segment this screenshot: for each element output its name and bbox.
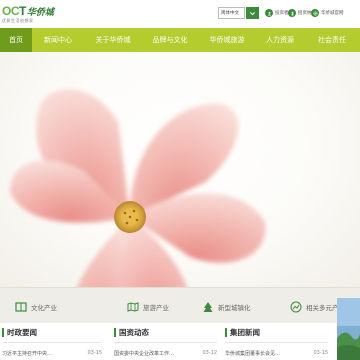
title-accent-bar: [225, 327, 227, 337]
person-icon: [288, 9, 296, 17]
landscape-image: [337, 298, 360, 360]
map-icon: [127, 302, 139, 312]
cosmos-flower-image: [10, 89, 266, 287]
book-icon: [15, 302, 27, 312]
news-thumbnail-image[interactable]: [337, 298, 360, 360]
user-icon: [265, 9, 273, 17]
news-column-sasac: 国资动态 国资委中央企业改革工作… 03-12: [114, 327, 217, 357]
title-accent-bar: [114, 327, 116, 337]
chart-icon: [290, 301, 302, 313]
divider: [114, 342, 217, 343]
hero-banner[interactable]: [0, 52, 360, 287]
logo-chinese: 华侨城: [26, 8, 54, 18]
quick-link-recruit[interactable]: 招贤纳: [288, 8, 312, 18]
quick-link-investor[interactable]: 投资者: [265, 8, 289, 18]
main-nav: 首页 新闻中心 关于华侨城 品牌与文化 华侨城旅游 人力资源 社会责任: [0, 28, 360, 52]
chevron-down-icon: [250, 11, 255, 15]
logo-brand: OCT: [2, 4, 26, 18]
logo-tagline: 优质生活创想家: [2, 18, 34, 23]
site-header: OCT 华侨城 优质生活创想家 简体中文 投资者 招贤纳 华侨城官网: [0, 0, 360, 28]
globe-icon: [311, 9, 319, 17]
quick-link-label: 华侨城官网: [321, 11, 344, 16]
nav-news-center[interactable]: 新闻中心: [32, 28, 84, 52]
nav-tourism[interactable]: 华侨城旅游: [198, 28, 256, 52]
news-column-politics: 时政要闻 习近平主持召开中央… 03-15: [2, 327, 102, 357]
site-logo[interactable]: OCT 华侨城: [2, 4, 54, 18]
news-item[interactable]: 华侨城集团董事长会见… 03-15: [225, 349, 328, 357]
nav-hr[interactable]: 人力资源: [256, 28, 304, 52]
quick-link-label: 投资者: [275, 11, 289, 16]
divider: [2, 342, 102, 343]
quick-link-label: 招贤纳: [298, 11, 312, 16]
nav-brand-culture[interactable]: 品牌与文化: [142, 28, 198, 52]
news-date: 03-15: [87, 350, 102, 356]
city-icon: [203, 302, 213, 312]
news-date: 03-15: [313, 350, 328, 356]
news-headline[interactable]: 习近平主持召开中央…: [2, 350, 74, 357]
band-item-tourism[interactable]: 旅游产业: [127, 300, 169, 314]
nav-csr[interactable]: 社会责任: [304, 28, 360, 52]
band-label: 新型城镇化: [218, 304, 251, 312]
news-column-title[interactable]: 集团新闻: [230, 327, 260, 338]
news-headline[interactable]: 国资委中央企业改革工作…: [114, 350, 186, 357]
band-item-urbanization[interactable]: 新型城镇化: [202, 300, 251, 314]
news-column-title[interactable]: 国资动态: [119, 327, 149, 338]
band-label: 文化产业: [31, 304, 57, 312]
band-label: 旅游产业: [143, 304, 169, 312]
industry-band: 文化产业 旅游产业 新型城镇化 相关多元产业: [0, 287, 360, 323]
language-go-button[interactable]: [246, 7, 259, 19]
news-item[interactable]: 国资委中央企业改革工作… 03-12: [114, 349, 217, 357]
news-section: 时政要闻 习近平主持召开中央… 03-15 国资动态 国资委中央企业改革工作… …: [0, 323, 360, 360]
news-headline[interactable]: 华侨城集团董事长会见…: [225, 350, 297, 357]
nav-home[interactable]: 首页: [0, 28, 32, 52]
band-item-culture[interactable]: 文化产业: [15, 300, 57, 314]
news-item[interactable]: 习近平主持召开中央… 03-15: [2, 349, 102, 357]
nav-about[interactable]: 关于华侨城: [84, 28, 142, 52]
title-accent-bar: [2, 327, 4, 337]
divider: [225, 342, 328, 343]
news-column-title[interactable]: 时政要闻: [7, 327, 37, 338]
language-select[interactable]: 简体中文: [218, 7, 245, 19]
news-column-group: 集团新闻 华侨城集团董事长会见… 03-15: [225, 327, 328, 357]
news-date: 03-12: [202, 350, 217, 356]
quick-link-official[interactable]: 华侨城官网: [311, 8, 344, 18]
